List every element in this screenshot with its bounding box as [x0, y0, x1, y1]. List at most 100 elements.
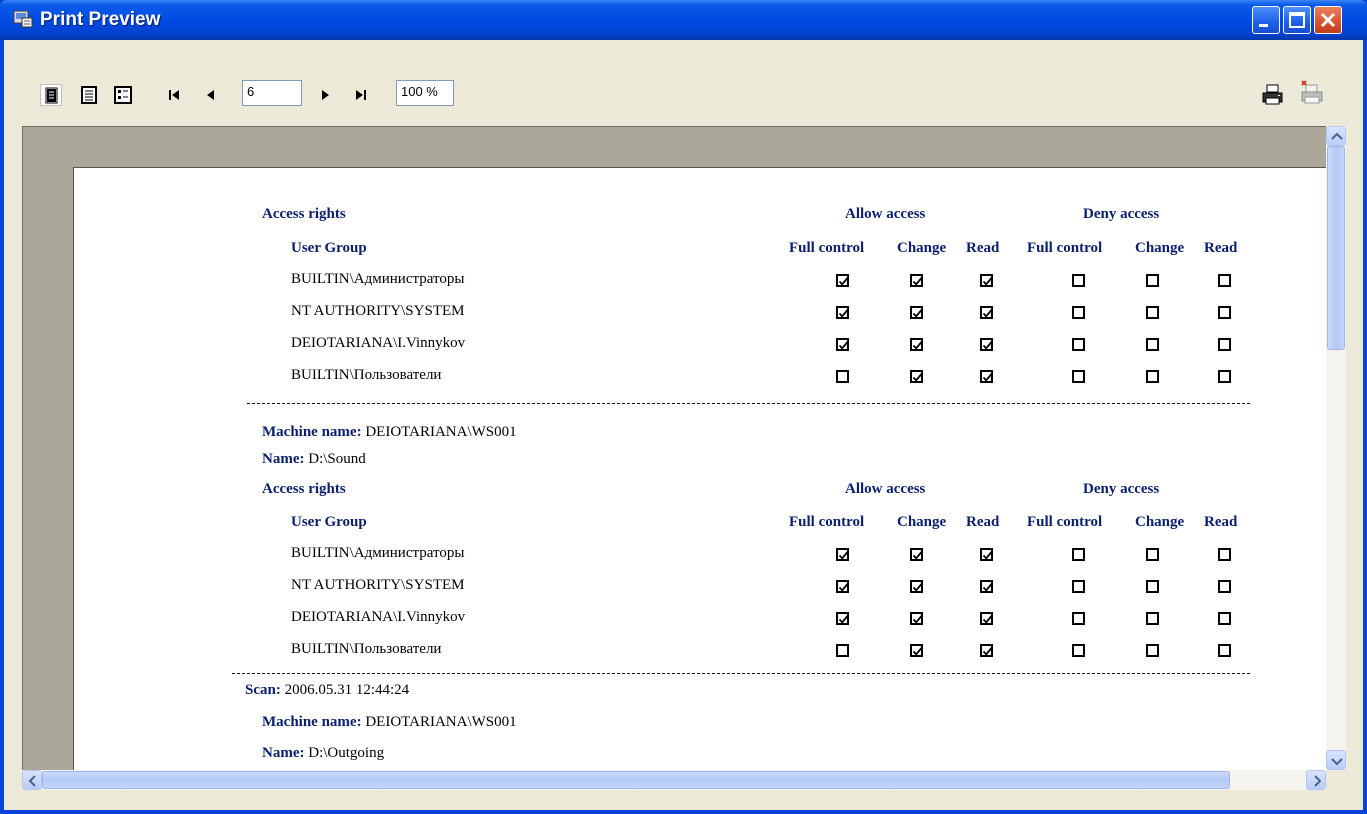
vertical-scrollbar[interactable]: [1326, 126, 1346, 770]
scroll-down-button[interactable]: [1326, 750, 1346, 770]
last-page-icon: [356, 90, 366, 100]
chevron-left-icon: [28, 775, 36, 787]
unchecked-checkbox: [1218, 612, 1231, 625]
deny-read-heading: Read: [1204, 240, 1238, 256]
minimize-button[interactable]: [1252, 6, 1280, 34]
close-button[interactable]: [1314, 6, 1342, 34]
checked-checkbox: [910, 274, 923, 287]
checked-checkbox: [910, 548, 923, 561]
two-page-view-button[interactable]: [78, 84, 100, 106]
deny-change-heading: Change: [1135, 514, 1185, 530]
chevron-up-icon: [1331, 132, 1343, 140]
title-bar[interactable]: Print Preview: [0, 0, 1367, 40]
checked-checkbox: [836, 306, 849, 319]
scroll-corner: [1326, 770, 1346, 790]
scroll-up-button[interactable]: [1326, 126, 1346, 146]
access-rights-heading: Access rights: [262, 206, 346, 222]
checked-checkbox: [910, 580, 923, 593]
one-page-view-button[interactable]: [40, 84, 62, 106]
previous-page-button[interactable]: [200, 84, 222, 106]
unchecked-checkbox: [1146, 306, 1159, 319]
checkmark-icon: [838, 309, 849, 318]
allow-change-heading: Change: [897, 514, 947, 530]
maximize-button[interactable]: [1283, 6, 1311, 34]
name-label: Name:: [262, 745, 305, 761]
unchecked-checkbox: [1218, 548, 1231, 561]
scan-label: Scan:: [245, 682, 281, 698]
print-setup-icon: [1301, 80, 1323, 104]
name-row: Name: D:\Sound: [262, 451, 366, 468]
divider-line: [232, 673, 1250, 674]
user-group-name: BUILTIN\Администраторы: [291, 545, 465, 561]
user-group-name: DEIOTARIANA\I.Vinnykov: [291, 609, 466, 625]
print-button[interactable]: [1260, 82, 1286, 108]
unchecked-checkbox: [1072, 612, 1085, 625]
horizontal-scrollbar[interactable]: [22, 770, 1326, 790]
first-page-button[interactable]: [164, 84, 186, 106]
next-page-button[interactable]: [314, 84, 336, 106]
user-group-name: BUILTIN\Администраторы: [291, 271, 465, 287]
multi-page-view-button[interactable]: [112, 84, 134, 106]
checkmark-icon: [912, 551, 923, 560]
machine-name-row: Machine name: DEIOTARIANA\WS001: [262, 714, 517, 731]
unchecked-checkbox: [1146, 338, 1159, 351]
minimize-icon: [1259, 24, 1268, 27]
checked-checkbox: [910, 370, 923, 383]
zoom-input[interactable]: 100 %: [396, 80, 454, 106]
scan-row: Scan: 2006.05.31 12:44:24: [245, 682, 409, 699]
multi-page-icon: [114, 86, 132, 104]
checked-checkbox: [980, 612, 993, 625]
vertical-scroll-thumb[interactable]: [1327, 146, 1345, 350]
checked-checkbox: [980, 370, 993, 383]
unchecked-checkbox: [1146, 548, 1159, 561]
window-title: Print Preview: [40, 9, 161, 30]
checkmark-icon: [982, 341, 993, 350]
two-page-icon: [81, 86, 97, 104]
checkmark-icon: [912, 341, 923, 350]
deny-full-control-heading: Full control: [1027, 514, 1103, 530]
unchecked-checkbox: [1072, 274, 1085, 287]
horizontal-scroll-thumb[interactable]: [42, 771, 1230, 789]
scroll-left-button[interactable]: [22, 770, 42, 790]
unchecked-checkbox: [1072, 306, 1085, 319]
unchecked-checkbox: [1218, 370, 1231, 383]
client-area: 6 100 %: [4, 40, 1363, 810]
last-page-button[interactable]: [350, 84, 372, 106]
allow-access-heading: Allow access: [845, 206, 926, 222]
one-page-icon: [45, 87, 58, 104]
checked-checkbox: [836, 580, 849, 593]
unchecked-checkbox: [1218, 306, 1231, 319]
report-page: [73, 167, 1327, 771]
unchecked-checkbox: [1072, 580, 1085, 593]
user-group-name: BUILTIN\Пользователи: [291, 641, 442, 657]
user-group-heading: User Group: [291, 240, 367, 256]
checkmark-icon: [912, 309, 923, 318]
checkmark-icon: [838, 583, 849, 592]
checkmark-icon: [982, 277, 993, 286]
unchecked-checkbox: [836, 370, 849, 383]
deny-read-heading: Read: [1204, 514, 1238, 530]
user-group-name: DEIOTARIANA\I.Vinnykov: [291, 335, 466, 351]
print-setup-button[interactable]: [1296, 78, 1326, 108]
checked-checkbox: [980, 274, 993, 287]
checked-checkbox: [836, 338, 849, 351]
checked-checkbox: [836, 548, 849, 561]
scroll-right-button[interactable]: [1306, 770, 1326, 790]
deny-access-heading: Deny access: [1083, 206, 1160, 222]
unchecked-checkbox: [1146, 274, 1159, 287]
unchecked-checkbox: [1146, 370, 1159, 383]
unchecked-checkbox: [1072, 370, 1085, 383]
first-page-icon: [169, 90, 179, 100]
unchecked-checkbox: [1218, 644, 1231, 657]
checkmark-icon: [912, 277, 923, 286]
checkmark-icon: [982, 647, 993, 656]
user-group-name: BUILTIN\Пользователи: [291, 367, 442, 383]
checkmark-icon: [838, 277, 849, 286]
checkmark-icon: [982, 583, 993, 592]
print-preview-app-icon: [12, 8, 34, 30]
checkmark-icon: [982, 373, 993, 382]
page-number-input[interactable]: 6: [242, 80, 302, 106]
user-group-name: NT AUTHORITY\SYSTEM: [291, 303, 465, 319]
checkmark-icon: [982, 309, 993, 318]
divider-line: [247, 403, 1250, 404]
